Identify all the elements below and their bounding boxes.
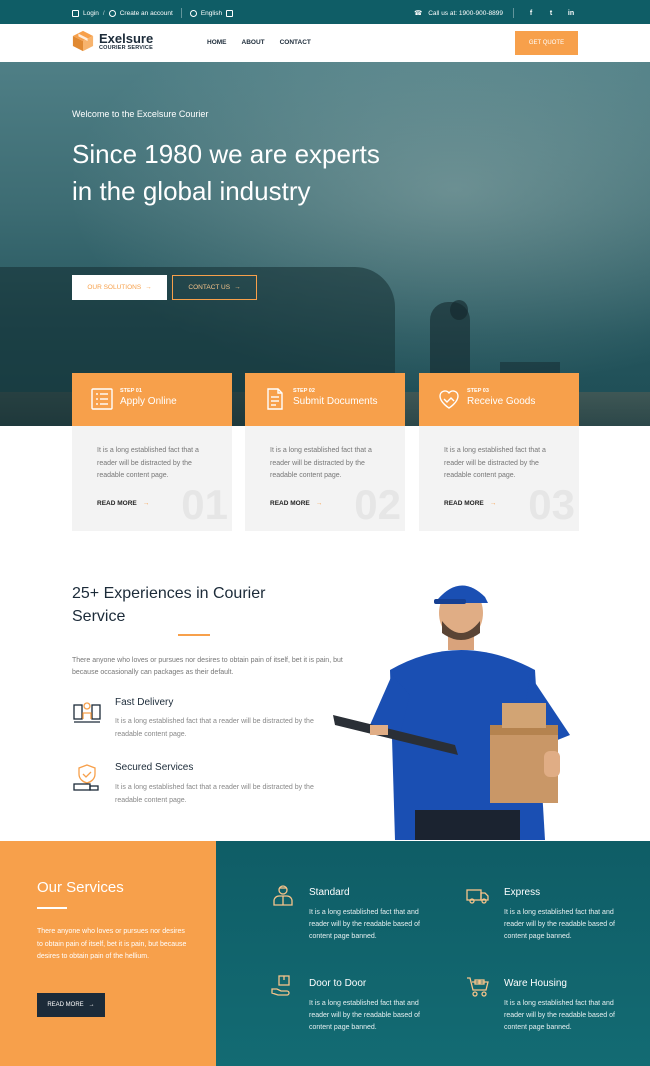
login-icon [72, 9, 79, 17]
language-select[interactable]: English [201, 10, 222, 17]
facebook-icon[interactable]: f [524, 10, 538, 17]
read-more-link[interactable]: READ MORE → [444, 500, 496, 507]
step-title: Submit Documents [293, 396, 378, 407]
step-big-number: 01 [181, 481, 228, 528]
step-body: 01 It is a long established fact that a … [72, 426, 232, 531]
menu: HOME ABOUT CONTACT [207, 39, 311, 46]
delivery-icon [73, 702, 101, 723]
feature-title: Fast Delivery [115, 697, 174, 708]
feature-text: It is a long established fact that a rea… [115, 784, 314, 804]
step-text: It is a long established fact that a rea… [444, 447, 546, 479]
chevron-down-icon[interactable] [226, 9, 234, 17]
document-icon [267, 388, 283, 410]
main-nav: Exelsure COURIER SERVICE HOME ABOUT CONT… [0, 24, 650, 62]
step-title: Apply Online [120, 396, 177, 407]
arrow-right-icon: → [489, 500, 497, 507]
warehouse-cart-icon [467, 977, 489, 997]
step-header: STEP 02 Submit Documents [245, 373, 405, 426]
shield-truck-icon [73, 764, 99, 791]
step-card: STEP 01 Apply Online 01 It is a long est… [72, 373, 232, 531]
read-more-link[interactable]: READ MORE → [97, 500, 149, 507]
service-text: It is a long established fact that and r… [504, 1000, 615, 1031]
step-text: It is a long established fact that a rea… [270, 447, 372, 479]
feature-text: It is a long established fact that a rea… [115, 718, 314, 738]
divider [180, 8, 182, 18]
step-number: STEP 03 [467, 388, 489, 394]
step-title: Receive Goods [467, 396, 536, 407]
arrow-right-icon: → [142, 500, 150, 507]
step-body: 02 It is a long established fact that a … [245, 426, 405, 531]
services-grid: Standard It is a long established fact t… [216, 841, 650, 1066]
user-icon [108, 9, 116, 17]
read-more-label: READ MORE [97, 500, 137, 507]
box-hand-icon [271, 975, 290, 996]
hero-welcome: Welcome to the Excelsure Courier [72, 109, 209, 119]
login-link[interactable]: Login [83, 10, 99, 17]
separator: / [102, 9, 105, 17]
read-more-link[interactable]: READ MORE → [270, 500, 322, 507]
menu-home[interactable]: HOME [207, 39, 227, 46]
courier-man-image [333, 585, 570, 840]
read-more-label: READ MORE [444, 500, 484, 507]
create-account-link[interactable]: Create an account [120, 10, 173, 17]
arrow-right-icon: → [88, 1002, 95, 1008]
divider [513, 8, 514, 18]
step-number: STEP 01 [120, 388, 142, 394]
step-big-number: 03 [528, 481, 575, 528]
title-underline [178, 634, 210, 636]
menu-contact[interactable]: CONTACT [280, 39, 311, 46]
arrow-right-icon: → [315, 500, 323, 507]
step-header: STEP 03 Receive Goods [419, 373, 579, 426]
services-read-more-button[interactable]: READ MORE → [37, 993, 105, 1017]
service-title: Ware Housing [504, 978, 567, 989]
read-more-label: READ MORE [270, 500, 310, 507]
service-text: It is a long established fact that and r… [504, 909, 615, 940]
get-quote-button[interactable]: GET QUOTE [515, 31, 578, 55]
service-title: Standard [309, 887, 350, 898]
list-icon [91, 388, 113, 410]
step-number: STEP 02 [293, 388, 315, 394]
menu-about[interactable]: ABOUT [242, 39, 265, 46]
contact-us-label: CONTACT US [188, 284, 231, 291]
handshake-icon [439, 390, 459, 409]
call-text: Call us at: 1900-900-8899 [428, 9, 503, 17]
arrow-right-icon: → [145, 284, 152, 291]
service-text: It is a long established fact that and r… [309, 1000, 420, 1031]
brand-name: Exelsure [99, 30, 154, 46]
service-title: Door to Door [309, 978, 367, 989]
hero: Welcome to the Excelsure Courier Since 1… [0, 62, 650, 426]
step-header: STEP 01 Apply Online [72, 373, 232, 426]
twitter-icon[interactable]: t [544, 10, 558, 17]
phone-icon: ☎ [414, 10, 423, 17]
globe-icon [189, 9, 197, 17]
box-logo-icon [72, 30, 94, 52]
step-body: 03 It is a long established fact that a … [419, 426, 579, 531]
feature-title: Secured Services [115, 762, 194, 773]
worker-icon [273, 885, 293, 906]
top-bar: Login / Create an account English ☎ Call… [0, 0, 650, 24]
services-intro: Our Services There anyone who loves or p… [0, 841, 216, 1066]
services-description: There anyone who loves or pursues nor de… [37, 928, 187, 960]
brand-tagline: COURIER SERVICE [99, 44, 153, 51]
experience-title: 25+ Experiences in Courier Service [72, 585, 266, 625]
truck-icon [466, 889, 489, 904]
step-card: STEP 02 Submit Documents 02 It is a long… [245, 373, 405, 531]
step-text: It is a long established fact that a rea… [97, 447, 199, 479]
service-text: It is a long established fact that and r… [309, 909, 420, 940]
services-title: Our Services [37, 879, 124, 896]
title-underline [37, 907, 67, 909]
contact-us-button[interactable]: CONTACT US → [172, 275, 257, 300]
step-big-number: 02 [354, 481, 401, 528]
arrow-right-icon: → [234, 284, 241, 291]
linkedin-icon[interactable]: in [564, 10, 578, 17]
read-more-label: READ MORE [47, 1002, 84, 1008]
our-solutions-button[interactable]: OUR SOLUTIONS → [72, 275, 167, 300]
our-solutions-label: OUR SOLUTIONS [87, 284, 142, 291]
logo[interactable]: Exelsure COURIER SERVICE [72, 30, 153, 52]
step-card: STEP 03 Receive Goods 03 It is a long es… [419, 373, 579, 531]
hero-title: Since 1980 we are experts in the global … [72, 139, 380, 206]
service-title: Express [504, 887, 541, 898]
experience-description: There anyone who loves or pursues nor de… [72, 657, 343, 676]
